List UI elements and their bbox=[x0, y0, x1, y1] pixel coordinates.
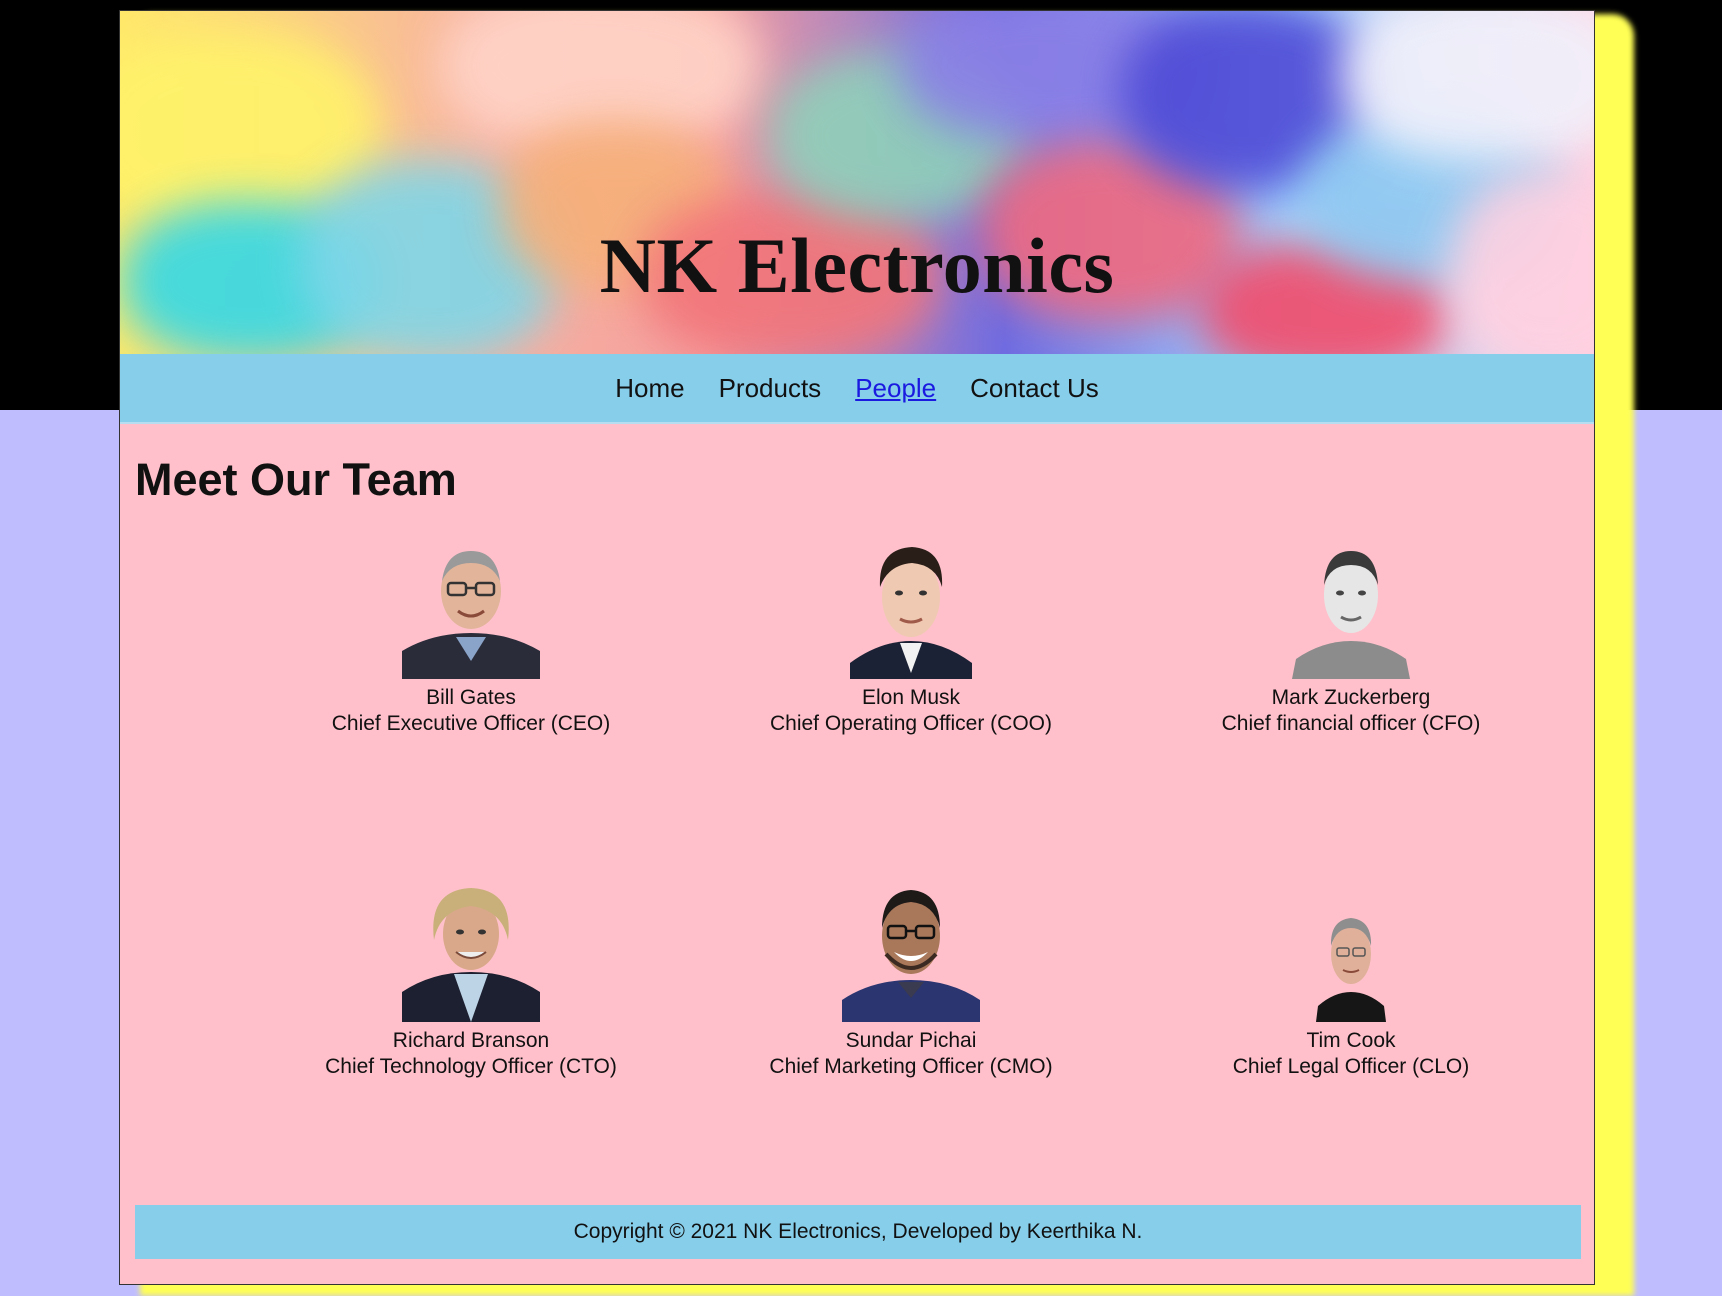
member-photo-sundar-pichai bbox=[842, 884, 980, 1022]
member-name: Elon Musk bbox=[861, 686, 961, 709]
member-role: Chief Legal Officer (CLO) bbox=[1232, 1055, 1470, 1078]
member-role: Chief Technology Officer (CTO) bbox=[325, 1055, 617, 1078]
page-container: NK Electronics Home Products People Cont… bbox=[119, 10, 1595, 1285]
nav-link-people[interactable]: People bbox=[855, 373, 936, 404]
team-member-card: Bill Gates Chief Executive Officer (CEO) bbox=[251, 541, 691, 737]
member-name: Bill Gates bbox=[426, 686, 516, 709]
member-photo-tim-cook bbox=[1282, 884, 1420, 1022]
team-member-card: Sundar Pichai Chief Marketing Officer (C… bbox=[691, 884, 1131, 1080]
footer-copyright: Copyright © 2021 NK Electronics, Develop… bbox=[573, 1220, 1143, 1243]
member-role: Chief financial officer (CFO) bbox=[1221, 712, 1481, 735]
team-member-card: Richard Branson Chief Technology Officer… bbox=[251, 884, 691, 1080]
team-heading: Meet Our Team bbox=[135, 454, 457, 505]
team-member-card: Elon Musk Chief Operating Officer (COO) bbox=[691, 541, 1131, 737]
main-navbar: Home Products People Contact Us bbox=[120, 354, 1594, 424]
header-banner: NK Electronics bbox=[120, 11, 1594, 354]
team-section: Meet Our Team Bill Gates Chief Executive… bbox=[120, 424, 1594, 1284]
team-member-card: Tim Cook Chief Legal Officer (CLO) bbox=[1131, 884, 1571, 1080]
member-role: Chief Operating Officer (COO) bbox=[769, 712, 1053, 735]
nav-link-home[interactable]: Home bbox=[615, 373, 684, 404]
member-name: Mark Zuckerberg bbox=[1271, 686, 1431, 709]
member-photo-mark-zuckerberg bbox=[1282, 541, 1420, 679]
member-photo-elon-musk bbox=[842, 541, 980, 679]
member-name: Richard Branson bbox=[392, 1029, 550, 1052]
member-photo-richard-branson bbox=[402, 884, 540, 1022]
member-photo-bill-gates bbox=[402, 541, 540, 679]
nav-link-products[interactable]: Products bbox=[719, 373, 822, 404]
team-member-card: Mark Zuckerberg Chief financial officer … bbox=[1131, 541, 1571, 737]
site-title: NK Electronics bbox=[599, 222, 1115, 309]
nav-link-contact-us[interactable]: Contact Us bbox=[970, 373, 1099, 404]
page-footer: Copyright © 2021 NK Electronics, Develop… bbox=[135, 1205, 1581, 1259]
member-role: Chief Marketing Officer (CMO) bbox=[769, 1055, 1053, 1078]
member-name: Tim Cook bbox=[1306, 1029, 1396, 1052]
member-role: Chief Executive Officer (CEO) bbox=[331, 712, 611, 735]
member-name: Sundar Pichai bbox=[845, 1029, 977, 1052]
